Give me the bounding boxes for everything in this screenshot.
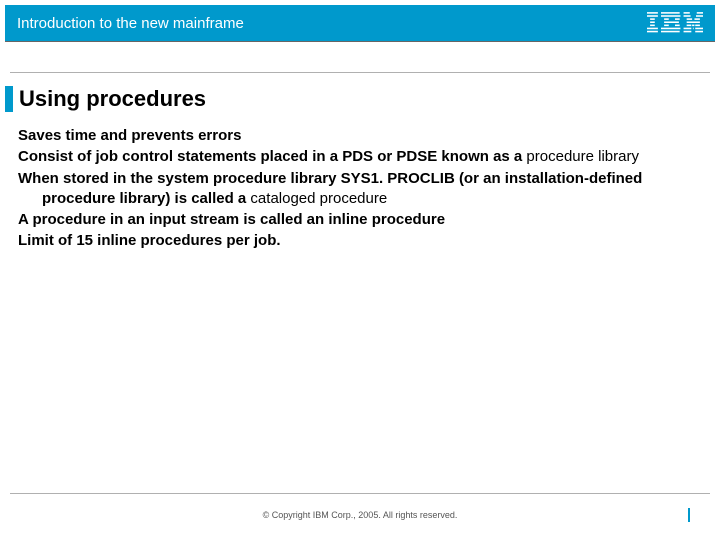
slide-title: Using procedures — [19, 86, 206, 112]
bullet-1: Consist of job control statements placed… — [18, 147, 690, 167]
ibm-logo-icon — [647, 12, 703, 34]
bullet-2: When stored in the system procedure libr… — [18, 169, 690, 210]
bullet-rest: cataloged procedure — [246, 190, 387, 207]
slide: Introduction to the new mainframe — [0, 0, 720, 540]
header-bar: Introduction to the new mainframe — [5, 5, 715, 41]
header-underline — [5, 41, 715, 42]
footer-copyright: © Copyright IBM Corp., 2005. All rights … — [0, 510, 720, 520]
title-accent-bar — [5, 86, 13, 112]
bullet-rest: procedure library — [522, 148, 639, 165]
bullet-lead: Saves time and prevents errors — [18, 127, 241, 144]
bullet-lead: A procedure in an input stream is called… — [18, 211, 445, 228]
bullet-4: Limit of 15 inline procedures per job. — [18, 231, 690, 251]
bullet-0: Saves time and prevents errors — [18, 126, 690, 146]
divider-bottom — [10, 493, 710, 494]
header-title: Introduction to the new mainframe — [17, 15, 244, 32]
bullet-3: A procedure in an input stream is called… — [18, 210, 690, 230]
content-body: Saves time and prevents errors Consist o… — [18, 126, 690, 253]
bullet-lead: Consist of job control statements placed… — [18, 148, 522, 165]
bullet-lead: Limit of 15 inline procedures per job. — [18, 232, 281, 249]
footer-accent-mark — [688, 508, 690, 522]
divider-top — [10, 72, 710, 73]
title-row: Using procedures — [5, 86, 710, 112]
